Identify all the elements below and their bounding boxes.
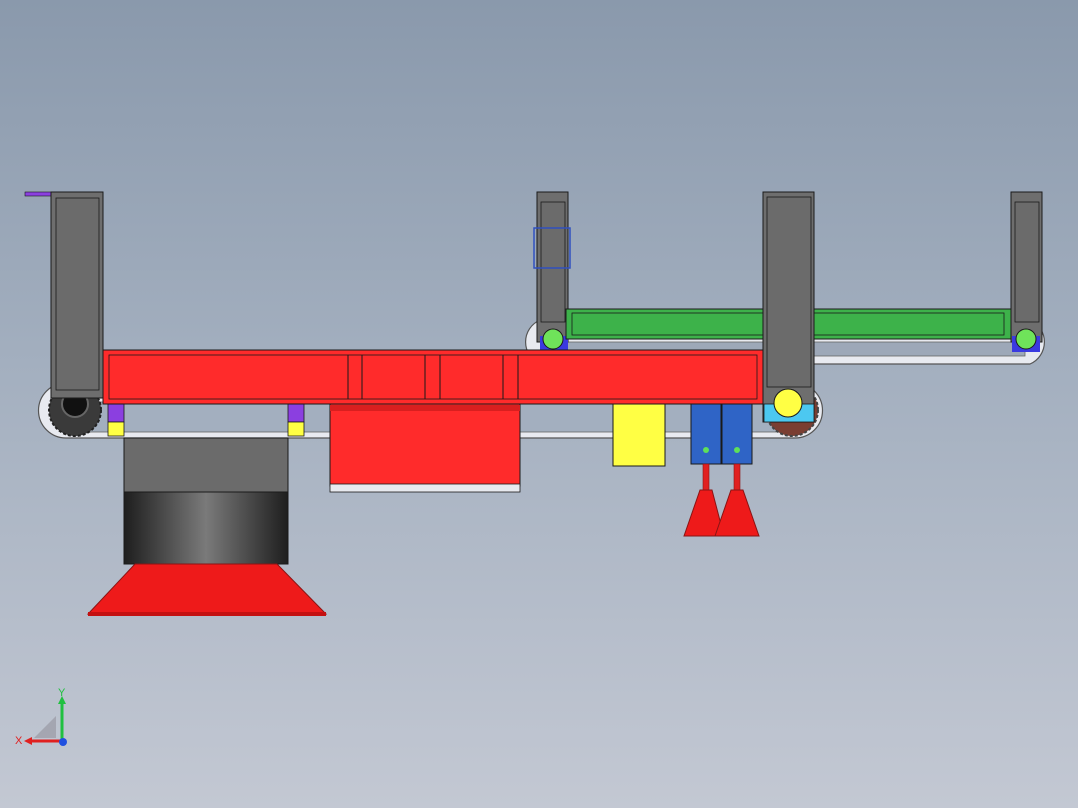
center-post-inner (766, 196, 812, 388)
cylinder-block-top-strip (330, 405, 520, 411)
spacer-left-yellow (107, 421, 125, 437)
right-post-left-inner (540, 201, 566, 323)
red-beam-inner (108, 354, 758, 400)
right-post-right-inner (1014, 201, 1040, 323)
x-axis-label: X (15, 735, 23, 747)
stem-left (702, 463, 710, 493)
assembly-model[interactable] (0, 0, 1078, 808)
main-red-beam[interactable] (102, 349, 764, 405)
purple-tab (24, 191, 54, 197)
left-post[interactable] (24, 191, 104, 399)
large-suction-cup[interactable] (86, 437, 328, 616)
vacuum-cylinder-block[interactable] (329, 399, 521, 493)
triad-plane (34, 716, 56, 738)
z-axis-dot (59, 738, 67, 746)
valve-left-port (703, 447, 709, 453)
valve-right-port (734, 447, 740, 453)
left-post-inner (55, 197, 100, 391)
valve-right[interactable] (721, 403, 753, 465)
stem-right (733, 463, 741, 493)
spacer-right-yellow (287, 421, 305, 437)
cad-viewport[interactable]: Y X (0, 0, 1078, 808)
twin-suction-cups[interactable] (683, 403, 760, 537)
suction-cone-lip (88, 612, 326, 616)
cylinder-block-bottom-strip (329, 483, 521, 493)
coordinate-triad: Y X (14, 686, 74, 748)
yellow-sensor-block[interactable] (612, 403, 666, 467)
y-axis-label: Y (58, 687, 66, 699)
center-post[interactable] (762, 191, 815, 423)
spacer-right-purple (287, 403, 305, 423)
valve-left[interactable] (690, 403, 722, 465)
spacer-left-purple (107, 403, 125, 423)
green-roller-right[interactable] (1015, 328, 1037, 350)
suction-cone (86, 563, 328, 615)
cylinder-block-body (329, 399, 521, 487)
yellow-roller[interactable] (773, 388, 803, 418)
x-axis-arrow (24, 737, 32, 745)
cup-right (714, 489, 760, 537)
suction-cylinder (123, 491, 289, 565)
green-roller-left[interactable] (542, 328, 564, 350)
suction-upper-block (123, 437, 289, 493)
